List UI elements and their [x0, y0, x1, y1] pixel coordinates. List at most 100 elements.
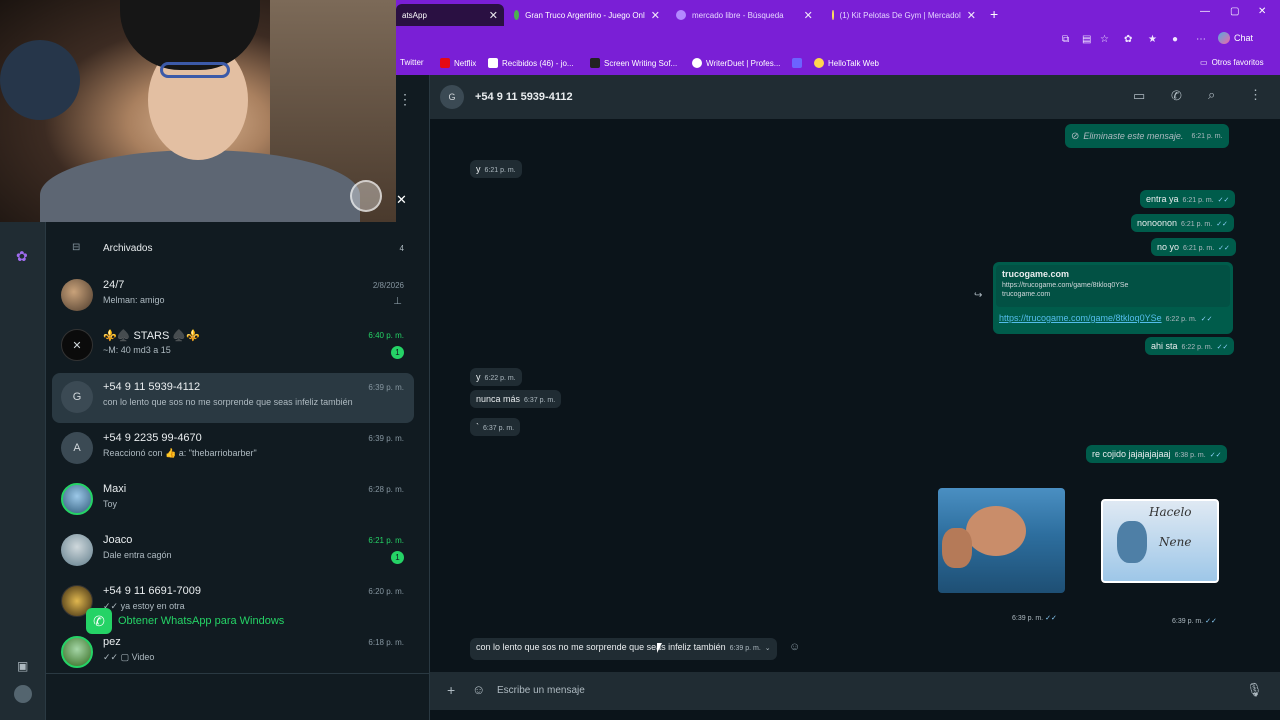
chat-row-maxi[interactable]: Maxi Toy 6:28 p. m. — [52, 475, 414, 525]
message-outgoing[interactable]: no yo 6:21 p. m. ✓✓ — [1151, 238, 1236, 256]
search-icon[interactable]: ⌕ — [1208, 87, 1215, 103]
link-url[interactable]: https://trucogame.com/game/8tkloq0YSe — [999, 313, 1162, 323]
tab-label: (1) Kit Pelotas De Gym | Mercadol — [839, 10, 961, 20]
video-call-icon[interactable]: ▭ — [1133, 88, 1145, 104]
attach-plus-icon[interactable]: + — [447, 682, 455, 698]
minimize-button[interactable]: — — [1200, 6, 1210, 17]
microphone-icon[interactable]: 🎙 — [1246, 682, 1263, 698]
bookmark-twitter[interactable]: Twitter — [400, 58, 424, 67]
profile-icon[interactable]: ● — [1172, 34, 1178, 45]
chat-preview: ~M: 40 md3 a 15 — [103, 345, 171, 355]
bookmark-writerduet[interactable]: WriterDuet | Profes... — [692, 58, 780, 68]
bookmark-netflix[interactable]: Netflix — [440, 58, 476, 68]
message-time: 6:38 p. m. — [1174, 452, 1206, 459]
archived-label: Archivados — [103, 243, 153, 254]
chat-row-24-7[interactable]: 24/7 Melman: amigo 2/8/2026 ⊥ — [52, 271, 414, 321]
reader-icon[interactable]: ▤ — [1082, 34, 1091, 45]
get-whatsapp-windows-link[interactable]: ✆ Obtener WhatsApp para Windows — [86, 607, 284, 635]
media-icon[interactable]: ▣ — [17, 659, 28, 673]
tab-whatsapp[interactable]: atsApp ✕ — [396, 4, 504, 26]
copilot-chat-button[interactable]: Chat — [1218, 32, 1253, 44]
message-text: con lo lento que sos no me sorprende que… — [476, 642, 726, 652]
message-deleted[interactable]: ⊘ Eliminaste este mensaje. 6:21 p. m. — [1065, 124, 1229, 148]
tab-pelotas[interactable]: (1) Kit Pelotas De Gym | Mercadol ✕ — [826, 4, 982, 26]
person-cap — [120, 0, 260, 70]
chat-header: G +54 9 11 5939-4112 ▭ ✆ ⌕ ⋮ — [430, 75, 1280, 119]
sticker-icon[interactable]: ☺ — [472, 682, 485, 697]
close-window-button[interactable]: ✕ — [1258, 6, 1266, 17]
message-incoming[interactable]: ` 6:37 p. m. — [470, 418, 521, 436]
chat-time: 6:21 p. m. — [368, 536, 404, 545]
close-icon[interactable]: ✕ — [967, 9, 976, 22]
contact-avatar[interactable]: G — [440, 85, 464, 109]
chat-row-joaco[interactable]: Joaco Dale entra cagón 6:21 p. m. 1 — [52, 526, 414, 576]
tab-label: atsApp — [402, 10, 427, 20]
message-outgoing[interactable]: re cojido jajajajajaaj 6:38 p. m. ✓✓ — [1086, 445, 1228, 463]
read-ticks-icon: ✓✓ — [1200, 316, 1213, 323]
archived-row[interactable]: ⊟ Archivados 4 — [52, 235, 414, 261]
message-time: 6:22 p. m. — [1165, 316, 1197, 323]
pin-icon: ⊥ — [393, 296, 402, 307]
chat-name: +54 9 2235 99-4670 — [103, 432, 202, 444]
chat-row-stars[interactable]: ✕ ⚜️♠️ STARS ♠️⚜️ ~M: 40 md3 a 15 6:40 p… — [52, 321, 414, 371]
message-incoming[interactable]: nunca más 6:37 p. m. — [470, 390, 562, 408]
contact-name[interactable]: +54 9 11 5939-4112 — [475, 91, 573, 103]
chat-preview: ✓✓ ▢ Video — [103, 652, 155, 662]
bookmark-gmail[interactable]: Recibidos (46) - jo... — [488, 58, 574, 68]
profile-avatar[interactable] — [14, 685, 32, 703]
more-icon[interactable]: ⋯ — [1196, 34, 1206, 45]
message-incoming[interactable]: y 6:21 p. m. — [470, 160, 522, 178]
message-link-preview[interactable]: trucogame.com https://trucogame.com/game… — [993, 262, 1233, 334]
chat-label: Chat — [1234, 33, 1254, 43]
maximize-button[interactable]: ▢ — [1230, 6, 1239, 17]
menu-kebab-icon[interactable]: ⋮ — [1249, 87, 1262, 103]
message-input[interactable]: Escribe un mensaje — [497, 685, 585, 696]
settings-gear-icon[interactable]: ✿ — [16, 248, 28, 265]
chat-time: 6:18 p. m. — [368, 638, 404, 647]
close-icon[interactable]: ✕ — [651, 9, 660, 22]
sticker-message[interactable]: Hacelo Nene — [1101, 499, 1219, 583]
react-emoji-icon[interactable]: ☺ — [789, 641, 800, 653]
chat-name: pez — [103, 636, 121, 648]
close-icon[interactable]: ✕ — [489, 9, 498, 22]
close-icon[interactable]: ✕ — [804, 9, 813, 22]
chevron-down-icon[interactable]: ⌄ — [765, 645, 771, 652]
message-time: 6:37 p. m. — [524, 397, 556, 404]
link-domain: trucogame.com — [1002, 291, 1051, 298]
message-outgoing[interactable]: nonoonon 6:21 p. m. ✓✓ — [1131, 214, 1234, 232]
extensions-icon[interactable]: ✿ — [1124, 34, 1132, 45]
apps-icon[interactable]: ⧉ — [1062, 34, 1069, 45]
chat-row-5939-4112[interactable]: G +54 9 11 5939-4112 con lo lento que so… — [52, 373, 414, 423]
message-text: Eliminaste este mensaje. — [1083, 131, 1184, 141]
image-message[interactable] — [938, 488, 1065, 593]
message-outgoing[interactable]: entra ya 6:21 p. m. ✓✓ — [1140, 190, 1236, 208]
read-ticks-icon: ✓✓ — [1216, 221, 1228, 228]
bookmark-hellotalk[interactable]: HelloTalk Web — [814, 58, 879, 68]
chat-row-2235-99-4670[interactable]: A +54 9 2235 99-4670 Reaccionó con 👍 a: … — [52, 424, 414, 474]
chat-name: Joaco — [103, 534, 133, 546]
message-time: 6:39 p. m. — [1012, 615, 1044, 622]
favorite-star-icon[interactable]: ☆ — [1100, 34, 1109, 45]
webcam-overlay — [0, 0, 396, 222]
message-incoming[interactable]: y 6:22 p. m. — [470, 368, 522, 386]
message-time: 6:21 p. m. — [1191, 132, 1223, 140]
message-time: 6:21 p. m. — [1181, 221, 1213, 228]
chat-row-pez[interactable]: pez ✓✓ ▢ Video 6:18 p. m. — [52, 628, 414, 678]
avatar: ✕ — [61, 329, 93, 361]
archived-count: 4 — [399, 244, 404, 253]
tab-mercado-libre[interactable]: mercado libre - Búsqueda ✕ — [670, 4, 820, 26]
menu-kebab-icon[interactable]: ⋮ — [398, 91, 412, 108]
tab-truco[interactable]: Gran Truco Argentino - Juego Onl ✕ — [508, 4, 666, 26]
new-tab-button[interactable]: + — [990, 6, 998, 22]
folder-icon: ▭ — [1200, 58, 1208, 67]
bookmark-screenwriting[interactable]: Screen Writing Sof... — [590, 58, 677, 68]
close-icon[interactable]: ✕ — [396, 192, 407, 208]
phone-icon[interactable]: ✆ — [1171, 88, 1182, 104]
favorites-icon[interactable]: ★ — [1148, 34, 1157, 45]
bookmark-extension[interactable] — [792, 58, 802, 68]
message-incoming[interactable]: con lo lento que sos no me sorprende que… — [470, 638, 777, 660]
message-outgoing[interactable]: ahi sta 6:22 p. m. ✓✓ — [1145, 337, 1235, 355]
link-preview-card[interactable]: trucogame.com https://trucogame.com/game… — [996, 265, 1230, 307]
forward-icon[interactable]: ↪ — [974, 290, 982, 301]
bookmark-other-favorites[interactable]: ▭ Otros favoritos — [1200, 58, 1264, 67]
